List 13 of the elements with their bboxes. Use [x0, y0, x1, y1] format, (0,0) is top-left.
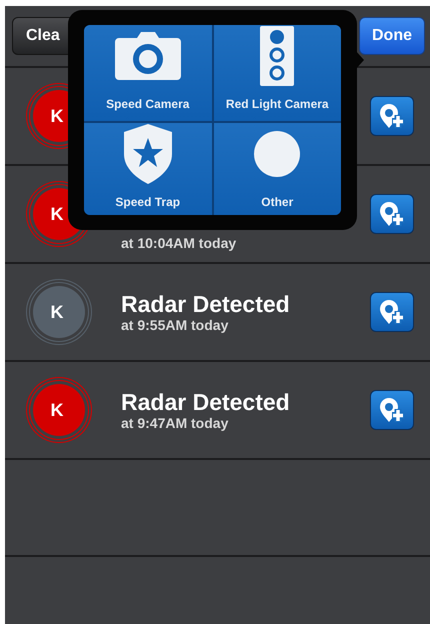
alert-time: at 9:47AM today [121, 414, 230, 432]
alert-title: Radar Detected [121, 388, 291, 414]
option-label: Red Light Camera [226, 97, 329, 111]
option-label: Speed Camera [106, 97, 190, 111]
badge-letter: K [50, 400, 64, 420]
option-label: Speed Trap [115, 195, 180, 209]
badge-letter: K [50, 204, 64, 224]
option-label: Other [261, 195, 294, 209]
alert-time: at 10:04AM today [121, 235, 238, 252]
badge-letter: K [50, 106, 64, 126]
alert-time: at 9:55AM today [121, 316, 230, 334]
alert-title: Radar Detected [121, 290, 291, 316]
badge-letter: K [50, 302, 64, 322]
